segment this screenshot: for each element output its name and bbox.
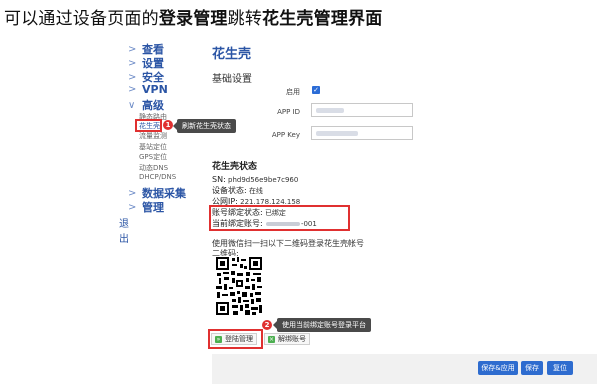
login-manage-button[interactable]: » 登陆管理	[211, 333, 257, 345]
logout-link[interactable]: 退出	[119, 215, 129, 245]
tooltip-login-platform: 使用当前绑定账号登录平台	[273, 318, 371, 332]
login-manage-label: 登陆管理	[225, 335, 253, 343]
step-badge-2: 2	[262, 320, 272, 330]
chevron-right-icon: >	[128, 187, 137, 199]
chevron-down-icon: ∨	[128, 99, 136, 111]
subnav-traffic-monitor[interactable]: 流量监测	[139, 131, 167, 141]
masked-value	[316, 131, 358, 136]
app-key-input[interactable]	[311, 126, 413, 140]
unbind-account-button[interactable]: × 解绑账号	[264, 333, 310, 345]
status-heading: 花生壳状态	[212, 162, 258, 172]
chevron-right-icon: >	[128, 84, 137, 95]
caption-part-2: 跳转	[227, 9, 263, 29]
sidebar-item-management[interactable]: > 管理	[128, 199, 164, 215]
caption-bold-2: 花生壳管理界面	[262, 9, 383, 29]
basic-settings-heading: 基础设置	[212, 74, 252, 85]
unbind-icon: ×	[268, 335, 275, 343]
masked-value	[316, 108, 344, 113]
app-id-label: APP ID	[277, 108, 300, 116]
qr-code-image	[215, 256, 263, 316]
enable-label: 启用	[286, 88, 300, 96]
sidebar-item-advanced[interactable]: ∨ 高级	[128, 97, 164, 113]
device-status-label: 设备状态:	[212, 186, 247, 195]
device-status-value: 在线	[248, 187, 263, 195]
subnav-base-station[interactable]: 基站定位	[139, 142, 167, 152]
caption-part-1: 可以通过设备页面的	[4, 9, 159, 29]
sn-row: SN: phd9d56e9be7c960	[212, 175, 298, 184]
sidebar-item-vpn[interactable]: > VPN	[128, 83, 168, 96]
subnav-ddns[interactable]: 动态DNS	[139, 163, 168, 173]
page-caption: 可以通过设备页面的登录管理跳转花生壳管理界面	[4, 4, 382, 29]
sn-label: SN:	[212, 175, 226, 184]
sidebar-item-label: 高级	[142, 99, 164, 112]
subnav-gps[interactable]: GPS定位	[139, 152, 167, 162]
chevron-right-icon: >	[128, 201, 137, 213]
login-icon: »	[215, 335, 222, 343]
sn-value: phd9d56e9be7c960	[228, 176, 299, 184]
sidebar-item-label: 管理	[142, 201, 164, 214]
subnav-dhcp-dns[interactable]: DHCP/DNS	[139, 173, 176, 181]
caption-bold-1: 登录管理	[158, 9, 228, 29]
highlight-box-oray	[135, 119, 162, 132]
unbind-label: 解绑账号	[278, 335, 306, 343]
chevron-right-icon: >	[128, 57, 137, 69]
device-status-row: 设备状态: 在线	[212, 185, 263, 196]
chevron-right-icon: >	[128, 71, 137, 83]
enable-checkbox[interactable]: ✓	[312, 86, 320, 94]
chevron-right-icon: >	[128, 43, 137, 55]
highlight-box-binding	[209, 205, 350, 231]
save-apply-button[interactable]: 保存&应用	[478, 361, 518, 375]
app-id-input[interactable]	[311, 103, 413, 117]
app-key-label: APP Key	[271, 131, 300, 139]
tooltip-refresh-status: 刷新花生壳状态	[173, 119, 236, 133]
step-badge-1: 1	[163, 120, 173, 130]
save-button[interactable]: 保存	[521, 361, 543, 375]
sidebar-item-label: VPN	[142, 83, 168, 96]
page-title: 花生壳	[212, 47, 252, 62]
reset-button[interactable]: 复位	[547, 361, 573, 375]
